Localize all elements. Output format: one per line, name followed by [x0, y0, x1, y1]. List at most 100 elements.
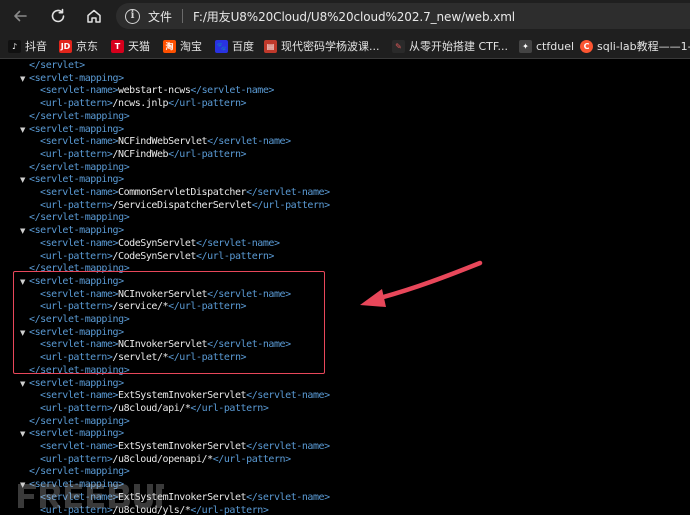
code-line: <url-pattern>/u8cloud/api/*</url-pattern…: [40, 402, 269, 416]
xml-close-tag: </servlet-name>: [246, 187, 330, 198]
bookmark-label: 天猫: [128, 40, 150, 53]
bookmark-label: 淘宝: [180, 40, 202, 53]
xml-open-tag: <url-pattern>: [40, 250, 113, 262]
xml-close-tag: </servlet-name>: [246, 441, 330, 452]
xml-close-tag: </url-pattern>: [190, 504, 269, 515]
address-bar[interactable]: i 文件 F:/用友U8%20Cloud/U8%20cloud%202.7_ne…: [116, 3, 690, 29]
bookmark-ctf-setup[interactable]: ✎ 从零开始搭建 CTF...: [392, 37, 508, 55]
xml-close-tag: </url-pattern>: [195, 250, 274, 262]
xml-close-tag: </url-pattern>: [212, 453, 291, 465]
browser-toolbar: i 文件 F:/用友U8%20Cloud/U8%20cloud%202.7_ne…: [0, 0, 690, 32]
xml-open-tag: </servlet-mapping>: [29, 415, 130, 427]
puzzle-icon: ✦: [519, 39, 532, 53]
pin-icon: ✎: [392, 39, 405, 53]
bookmark-douyin[interactable]: ♪ 抖音: [8, 37, 47, 55]
code-line: </servlet-mapping>: [29, 212, 130, 225]
code-line: <servlet-mapping>: [29, 225, 124, 238]
code-line: <url-pattern>/NCFindWeb</url-pattern>: [40, 148, 247, 162]
douyin-icon: ♪: [8, 39, 21, 53]
code-line: <url-pattern>/u8cloud/openapi/*</url-pat…: [40, 454, 291, 467]
code-line: </servlet-mapping>: [29, 111, 130, 124]
code-line: <servlet-mapping>: [29, 124, 124, 137]
bookmark-ctfduel[interactable]: ✦ ctfduel: [519, 37, 574, 55]
xml-close-tag: </servlet-name>: [246, 491, 330, 503]
book-icon: ▤: [264, 39, 277, 53]
collapse-toggle-icon[interactable]: ▼: [20, 378, 28, 391]
bookmark-sqli-lab[interactable]: C sqli-lab教程——1-3...: [580, 37, 690, 55]
info-icon[interactable]: i: [125, 8, 140, 24]
xml-open-tag: <servlet-mapping>: [29, 72, 124, 84]
collapse-toggle-icon[interactable]: ▼: [20, 73, 28, 86]
xml-text-value: /CodeSynServlet: [112, 250, 196, 262]
back-button[interactable]: [8, 4, 32, 28]
bookmark-crypto-course[interactable]: ▤ 现代密码学杨波课...: [264, 37, 380, 55]
xml-text-value: /ncws.jnlp: [112, 98, 169, 110]
csdn-icon: C: [580, 39, 593, 53]
xml-text-value: /u8cloud/api/*: [112, 402, 191, 414]
collapse-toggle-icon[interactable]: ▼: [20, 428, 28, 441]
watermark-logo: [14, 478, 164, 512]
bookmark-baidu[interactable]: 🐾 百度: [215, 37, 254, 55]
xml-open-tag: </servlet-mapping>: [29, 466, 130, 478]
bookmark-label: 百度: [232, 40, 254, 53]
xml-open-tag: </servlet-mapping>: [29, 212, 130, 224]
code-line: <servlet-mapping>: [29, 73, 124, 86]
collapse-toggle-icon[interactable]: ▼: [20, 174, 28, 187]
code-line: </servlet>: [29, 60, 85, 73]
code-line: <servlet-name>CommonServletDispatcher</s…: [40, 187, 330, 200]
bookmark-taobao[interactable]: 淘 淘宝: [163, 37, 202, 55]
xml-open-tag: <servlet-name>: [40, 85, 118, 97]
code-line: <servlet-name>webstart-ncws</servlet-nam…: [40, 85, 274, 98]
collapse-toggle-icon[interactable]: ▼: [20, 225, 28, 238]
bookmarks-bar: ♪ 抖音 JD 京东 T 天猫 淘 淘宝 🐾 百度 ▤ 现代密码学杨波课... …: [0, 32, 690, 59]
reload-icon: [51, 8, 65, 23]
bookmark-label: ctfduel: [536, 39, 575, 53]
xml-open-tag: <servlet-mapping>: [29, 377, 124, 389]
xml-text-value: CodeSynServlet: [118, 237, 196, 249]
xml-open-tag: <url-pattern>: [40, 199, 113, 211]
xml-text-value: webstart-ncws: [118, 85, 191, 97]
jd-icon: JD: [59, 39, 72, 53]
xml-open-tag: <url-pattern>: [40, 402, 113, 414]
xml-text-value: NCFindWebServlet: [118, 136, 208, 148]
bookmark-label: 从零开始搭建 CTF...: [409, 40, 508, 53]
xml-open-tag: <servlet-mapping>: [29, 123, 124, 135]
xml-text-value: /ServiceDispatcherServlet: [112, 199, 252, 211]
xml-open-tag: </servlet-mapping>: [29, 161, 130, 173]
reload-button[interactable]: [46, 4, 70, 28]
code-line: <servlet-name>ExtSystemInvokerServlet</s…: [40, 390, 330, 403]
bookmark-label: 京东: [76, 40, 98, 53]
code-line: </servlet-mapping>: [29, 415, 130, 429]
xml-open-tag: <servlet-name>: [40, 237, 118, 249]
xml-open-tag: <servlet-mapping>: [29, 225, 124, 237]
code-line: <url-pattern>/CodeSynServlet</url-patter…: [40, 251, 274, 264]
bookmark-label: 现代密码学杨波课...: [281, 40, 380, 53]
xml-close-tag: </url-pattern>: [168, 98, 247, 110]
xml-text-value: ExtSystemInvokerServlet: [118, 390, 247, 402]
xml-close-tag: </servlet-name>: [196, 237, 280, 249]
code-line: <url-pattern>/ncws.jnlp</url-pattern>: [40, 98, 247, 111]
bookmark-jd[interactable]: JD 京东: [59, 37, 98, 55]
bookmark-tmall[interactable]: T 天猫: [111, 37, 150, 55]
code-line: <servlet-name>ExtSystemInvokerServlet</s…: [40, 441, 330, 454]
url-text[interactable]: F:/用友U8%20Cloud/U8%20cloud%202.7_new/web…: [193, 8, 515, 25]
code-line: <servlet-name>NCFindWebServlet</servlet-…: [40, 136, 291, 149]
collapse-toggle-icon[interactable]: ▼: [20, 124, 28, 137]
bookmark-label: sqli-lab教程——1-3...: [597, 40, 690, 53]
xml-open-tag: <servlet-name>: [40, 136, 118, 148]
xml-open-tag: <url-pattern>: [40, 98, 113, 110]
xml-text-value: ExtSystemInvokerServlet: [118, 441, 247, 452]
address-divider: [182, 9, 184, 23]
home-button[interactable]: [82, 4, 106, 28]
xml-open-tag: <url-pattern>: [40, 148, 113, 160]
xml-close-tag: </servlet-name>: [207, 136, 291, 148]
home-icon: [87, 9, 101, 23]
xml-close-tag: </url-pattern>: [251, 199, 330, 211]
xml-close-tag: </url-pattern>: [168, 148, 247, 160]
taobao-icon: 淘: [163, 39, 176, 53]
code-line: </servlet-mapping>: [29, 161, 130, 175]
xml-text-value: CommonServletDispatcher: [118, 187, 247, 198]
xml-text-value: /u8cloud/openapi/*: [112, 453, 213, 465]
scheme-label: 文件: [148, 9, 173, 24]
code-line: <servlet-mapping>: [29, 378, 124, 391]
